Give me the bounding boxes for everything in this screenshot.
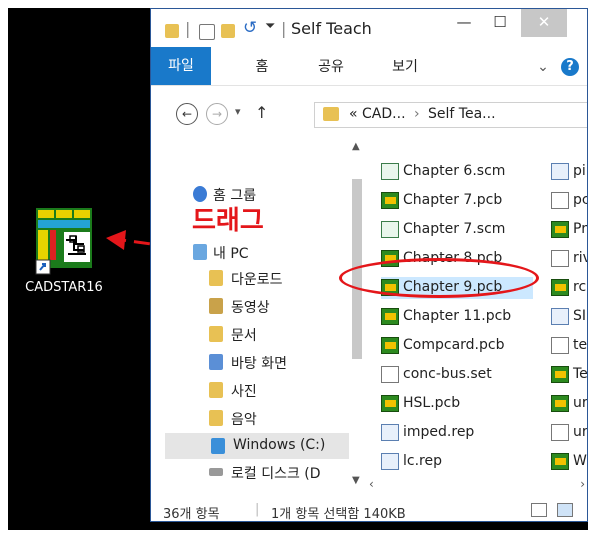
- document-file-icon: [551, 337, 569, 354]
- scroll-down-icon[interactable]: ▼: [352, 475, 360, 486]
- forward-button[interactable]: →: [206, 103, 228, 125]
- folder-icon: [323, 107, 339, 121]
- documents-folder-icon: [209, 326, 223, 342]
- pcb-file-icon: [551, 279, 569, 296]
- tab-share[interactable]: 공유: [311, 53, 351, 81]
- separator: |: [255, 502, 260, 517]
- nav-item-label: 동영상: [231, 300, 270, 316]
- recent-dropdown-icon[interactable]: ▾: [235, 105, 241, 118]
- new-folder-icon[interactable]: [221, 24, 235, 38]
- address-path: « CAD... › Self Tea...: [349, 106, 496, 122]
- qat-dropdown-icon[interactable]: ⏷: [265, 19, 275, 34]
- back-button[interactable]: ←: [176, 103, 198, 125]
- shortcut-label: CADSTAR16: [25, 280, 103, 295]
- scroll-left-icon[interactable]: ‹: [369, 477, 374, 491]
- selection-info: 1개 항목 선택함 140KB: [271, 507, 406, 522]
- report-file-icon: [381, 424, 399, 441]
- maximize-button[interactable]: ☐: [485, 9, 515, 37]
- tab-home[interactable]: 홈: [247, 53, 277, 81]
- report-file-icon: [551, 163, 569, 180]
- status-bar: 36개 항목 | 1개 항목 선택함 140KB: [151, 499, 587, 522]
- nav-scrollbar[interactable]: ▲ ▼: [349, 139, 365, 491]
- nav-item-label: 로컬 디스크 (D: [231, 466, 321, 482]
- item-count: 36개 항목: [163, 507, 220, 522]
- help-icon[interactable]: ?: [561, 58, 579, 76]
- document-file-icon: [551, 250, 569, 267]
- undo-icon[interactable]: ↺: [243, 18, 257, 38]
- nav-item-label: 사진: [231, 384, 257, 400]
- separator: |: [281, 19, 287, 38]
- pcb-file-icon: [381, 308, 399, 325]
- ribbon-expand-icon[interactable]: ⌄: [535, 53, 551, 81]
- pictures-folder-icon: [209, 382, 223, 398]
- window-title: Self Teach: [291, 19, 372, 38]
- path-prefix[interactable]: «: [349, 106, 358, 122]
- downloads-folder-icon: [209, 270, 223, 286]
- tab-view[interactable]: 보기: [385, 53, 425, 81]
- tab-file[interactable]: 파일: [151, 47, 211, 85]
- pcb-file-icon: [381, 192, 399, 209]
- drag-annotation-label: 드래그: [192, 206, 264, 236]
- up-arrow-icon[interactable]: ↑: [255, 103, 268, 122]
- windows-drive-icon: [211, 438, 225, 454]
- nav-item-label: 다운로드: [231, 272, 283, 288]
- separator: |: [185, 19, 191, 38]
- title-bar: | ↺ ⏷ | Self Teach — ☐ ✕: [151, 9, 587, 47]
- properties-icon[interactable]: [199, 24, 215, 40]
- pcb-file-icon: [381, 337, 399, 354]
- nav-item-label: Windows (C:): [233, 437, 326, 453]
- pcb-file-icon: [551, 453, 569, 470]
- cadstar-shortcut[interactable]: CADSTAR16: [16, 202, 112, 298]
- file-list-hscrollbar[interactable]: ‹ ›: [367, 477, 587, 493]
- pcb-file-icon: [551, 221, 569, 238]
- nav-item-label: 내 PC: [213, 246, 249, 262]
- nav-item-label: 바탕 화면: [231, 356, 287, 372]
- address-bar-row: ← → ▾ ↑ « CAD... › Self Tea... ⌄: [151, 93, 587, 133]
- navigation-pane: 홈 그룹 내 PC 다운로드 동영상 문서 바탕 화면 사진 음악 Window…: [151, 139, 349, 491]
- file-list: Chapter 6.scm Chapter 7.pcb Chapter 7.sc…: [367, 139, 587, 479]
- path-separator-icon: ›: [413, 106, 420, 122]
- schematic-file-icon: [381, 163, 399, 180]
- details-view-icon[interactable]: [531, 503, 547, 517]
- scroll-up-icon[interactable]: ▲: [352, 141, 360, 152]
- cadstar-app-icon: [35, 208, 92, 275]
- pcb-file-icon: [551, 366, 569, 383]
- minimize-button[interactable]: —: [449, 9, 479, 37]
- path-segment-cad[interactable]: CAD...: [362, 106, 405, 122]
- schematic-file-icon: [381, 221, 399, 238]
- report-file-icon: [381, 453, 399, 470]
- large-icons-view-icon[interactable]: [557, 503, 573, 517]
- ribbon: 파일 홈 공유 보기 ⌄ ?: [151, 47, 587, 86]
- document-file-icon: [381, 366, 399, 383]
- folder-icon: [165, 24, 179, 38]
- document-file-icon: [551, 424, 569, 441]
- music-folder-icon: [209, 410, 223, 426]
- videos-folder-icon: [209, 298, 223, 314]
- close-button[interactable]: ✕: [521, 9, 567, 37]
- pcb-file-icon: [551, 395, 569, 412]
- nav-item-label: 문서: [231, 328, 257, 344]
- path-segment-self-teach[interactable]: Self Tea...: [428, 106, 495, 122]
- highlight-ellipse: [339, 258, 539, 298]
- report-file-icon: [551, 308, 569, 325]
- document-file-icon: [551, 192, 569, 209]
- address-field[interactable]: « CAD... › Self Tea... ⌄: [314, 102, 587, 128]
- computer-icon: [193, 244, 207, 260]
- nav-item-windows-c[interactable]: Windows (C:): [165, 433, 349, 459]
- drive-icon: [209, 468, 223, 476]
- scroll-right-icon[interactable]: ›: [580, 477, 585, 491]
- desktop-folder-icon: [209, 354, 223, 370]
- nav-item-label: 음악: [231, 412, 257, 428]
- pcb-file-icon: [381, 395, 399, 412]
